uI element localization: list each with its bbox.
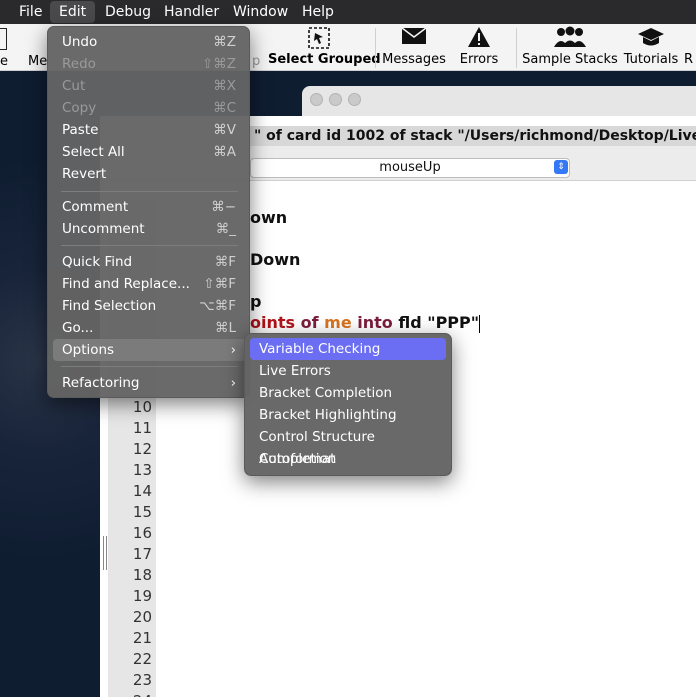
sample-stacks-button[interactable]: Sample Stacks	[521, 26, 619, 70]
close-button[interactable]	[310, 93, 323, 106]
line-number: 11	[132, 419, 152, 437]
code-token: oints	[250, 313, 296, 332]
menu-separator	[61, 191, 238, 192]
select-grouped-label: Select Grouped	[268, 52, 381, 67]
menu-item-cut[interactable]: Cut ⌘X	[53, 75, 246, 97]
code-token: me	[324, 313, 352, 332]
submenu-item-bracket-completion[interactable]: Bracket Completion	[250, 382, 446, 404]
partial-toolbar-label[interactable]: e	[0, 54, 8, 70]
handler-select-value: mouseUp	[379, 160, 441, 175]
partial-toolbar-label-me[interactable]: Me	[28, 54, 47, 70]
messages-button[interactable]: Messages	[380, 26, 448, 70]
submenu-item-bracket-highlighting[interactable]: Bracket Highlighting	[250, 404, 446, 426]
partial-label-r: R	[684, 52, 694, 67]
code-token: fld "PPP"	[398, 313, 480, 332]
code-token: into	[357, 313, 393, 332]
menu-item-uncomment[interactable]: Uncomment ⌘_	[53, 218, 246, 240]
partial-toolbar-button[interactable]: R	[684, 26, 696, 70]
menu-item-paste[interactable]: Paste ⌘V	[53, 119, 246, 141]
menu-debug[interactable]: Debug	[96, 0, 160, 24]
menu-edit[interactable]: Edit	[50, 1, 96, 23]
edit-menu: Undo ⌘Z Redo ⇧⌘Z Cut ⌘X Copy ⌘C Paste ⌘V Sele…	[47, 26, 250, 398]
menu-item-copy[interactable]: Copy ⌘C	[53, 97, 246, 119]
menu-item-find-selection[interactable]: Find Selection ⌥⌘F	[53, 295, 246, 317]
line-number: 13	[132, 461, 152, 479]
menu-help[interactable]: Help	[293, 0, 343, 24]
line-number: 12	[132, 440, 152, 458]
menu-item-quick-find[interactable]: Quick Find ⌘F	[53, 251, 246, 273]
menu-separator	[61, 366, 238, 367]
messages-label: Messages	[382, 52, 446, 67]
chevron-right-icon: ›	[230, 342, 236, 358]
minimize-button[interactable]	[329, 93, 342, 106]
menu-item-refactoring[interactable]: Refactoring ›	[53, 372, 246, 394]
submenu-item-live-errors[interactable]: Live Errors	[250, 360, 446, 382]
options-submenu: Variable Checking Live Errors Bracket Co…	[244, 333, 452, 476]
line-number: 24	[108, 692, 152, 697]
code-line[interactable]: p	[250, 292, 261, 311]
line-number: 19	[132, 587, 152, 605]
errors-label: Errors	[459, 52, 499, 67]
line-number: 16	[132, 524, 152, 542]
tutorials-button[interactable]: Tutorials	[622, 26, 680, 70]
submenu-item-autoformat[interactable]: Autoformat	[250, 448, 446, 470]
code-line[interactable]: oints of me into fld "PPP"	[250, 313, 481, 333]
chevron-updown-icon: ⇕	[554, 160, 568, 174]
toolbar-divider	[516, 28, 517, 68]
menu-item-select-all[interactable]: Select All ⌘A	[53, 141, 246, 163]
menu-item-undo[interactable]: Undo ⌘Z	[53, 31, 246, 53]
menu-item-revert[interactable]: Revert	[53, 163, 246, 185]
menu-separator	[61, 245, 238, 246]
submenu-item-variable-checking[interactable]: Variable Checking	[250, 338, 446, 360]
line-number: 23	[132, 671, 152, 689]
select-grouped-button[interactable]: Select Grouped	[268, 26, 381, 70]
partial-tool-icon	[0, 28, 7, 50]
warning-icon	[452, 26, 506, 52]
people-icon	[521, 26, 619, 52]
code-token: of	[300, 313, 319, 332]
text-cursor	[479, 314, 481, 333]
partial-toolbar-label-p[interactable]: p	[252, 54, 260, 70]
line-number: 10	[132, 398, 152, 416]
line-number: 14	[132, 482, 152, 500]
toolbar-divider	[375, 28, 376, 68]
envelope-icon	[380, 26, 448, 52]
line-number: 21	[132, 629, 152, 647]
line-number: 15	[132, 503, 152, 521]
line-number: 22	[132, 650, 152, 668]
line-number: 17	[132, 545, 152, 563]
graduation-cap-icon	[622, 26, 680, 52]
menu-file[interactable]: File	[10, 0, 51, 24]
line-number: 20	[132, 608, 152, 626]
code-line[interactable]: own	[250, 208, 287, 227]
menu-bar: File Edit Debug Handler Window Help	[0, 0, 696, 24]
errors-button[interactable]: Errors	[452, 26, 506, 70]
editor-object-path: " of card id 1002 of stack "/Users/richm…	[250, 126, 696, 146]
line-number: 18	[132, 566, 152, 584]
submenu-item-control-structure-completion[interactable]: Control Structure Completion	[250, 426, 446, 467]
select-grouped-icon	[268, 26, 370, 52]
menu-item-redo[interactable]: Redo ⇧⌘Z	[53, 53, 246, 75]
splitter-handle[interactable]	[103, 536, 107, 570]
menu-window[interactable]: Window	[224, 0, 297, 24]
menu-item-go[interactable]: Go... ⌘L	[53, 317, 246, 339]
sample-stacks-label: Sample Stacks	[522, 52, 618, 67]
tutorials-label: Tutorials	[623, 52, 679, 67]
zoom-button[interactable]	[348, 93, 361, 106]
handler-select[interactable]: mouseUp ⇕	[250, 158, 570, 178]
menu-item-options[interactable]: Options ›	[53, 339, 246, 361]
chevron-right-icon: ›	[230, 375, 236, 391]
menu-item-find-and-replace[interactable]: Find and Replace... ⇧⌘F	[53, 273, 246, 295]
code-line[interactable]: Down	[250, 250, 300, 269]
menu-item-comment[interactable]: Comment ⌘−	[53, 196, 246, 218]
menu-handler[interactable]: Handler	[155, 0, 228, 24]
